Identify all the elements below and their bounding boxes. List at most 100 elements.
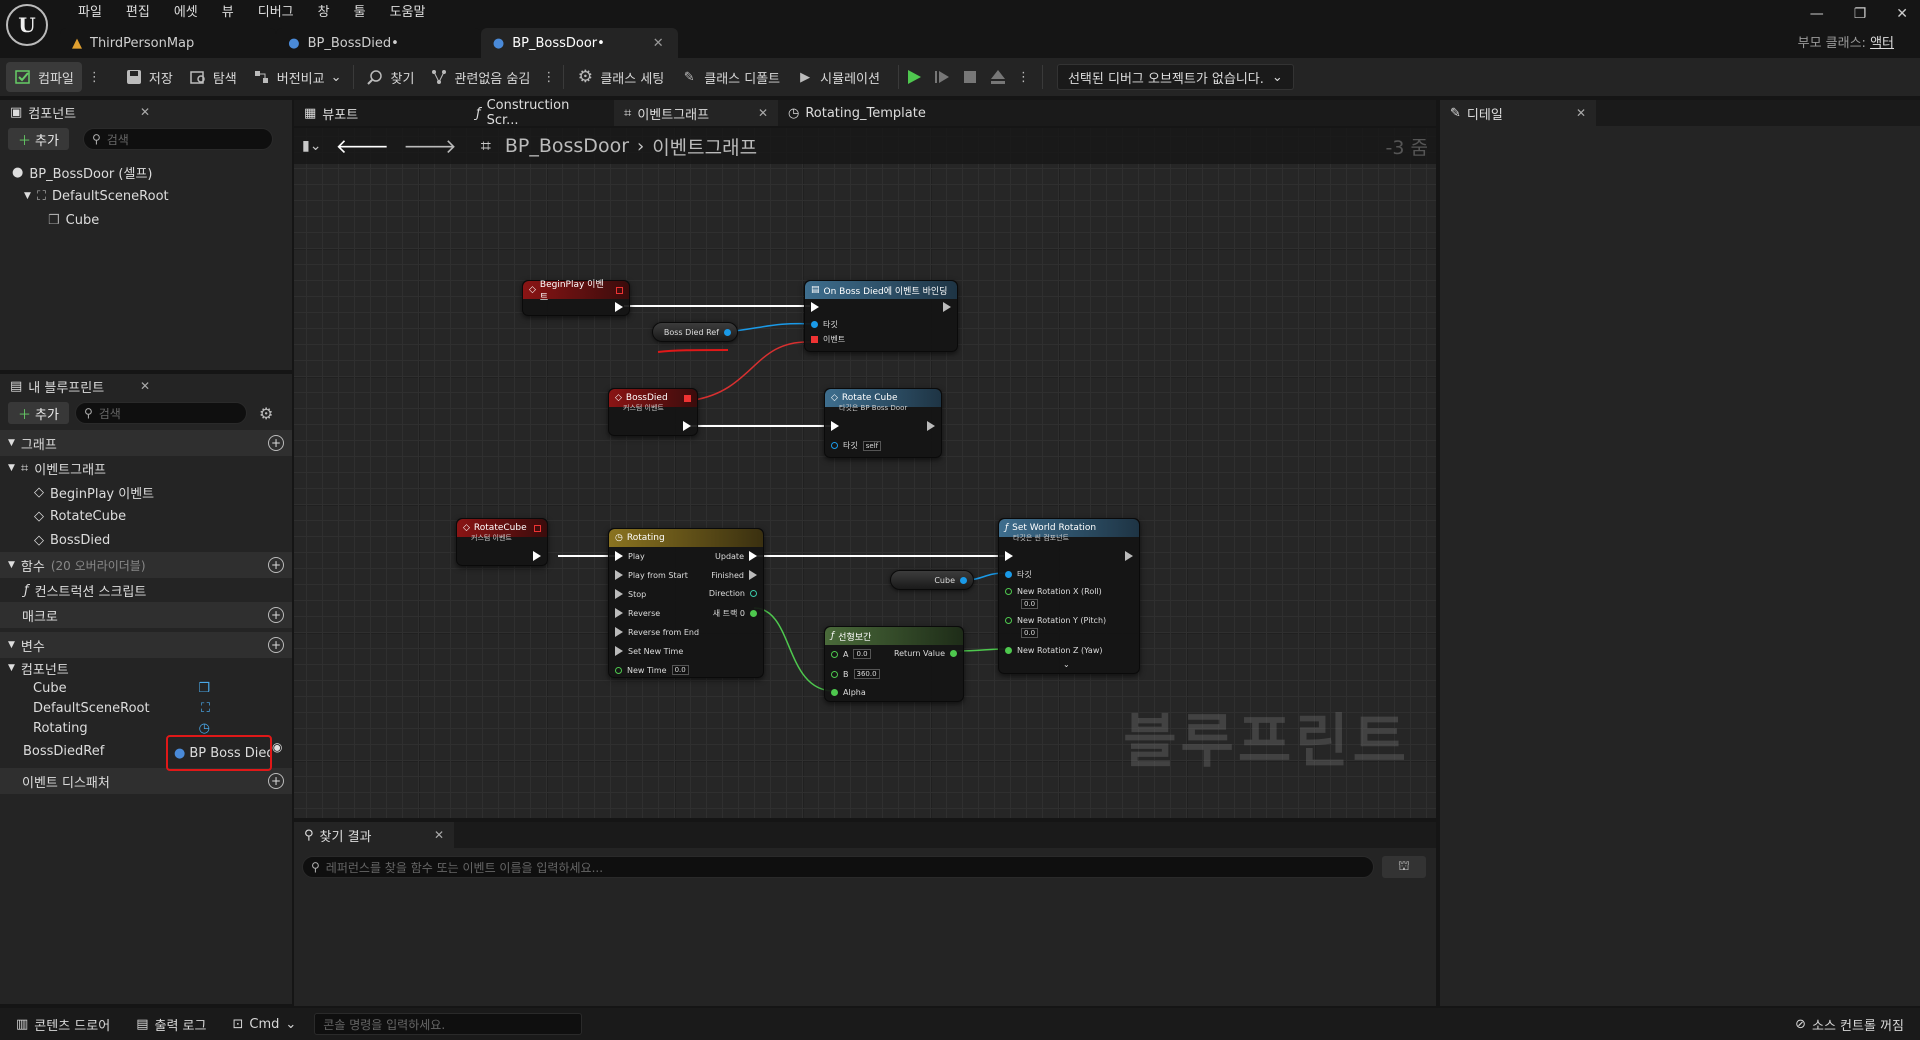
track-pin[interactable]: 새 트랙 0: [713, 608, 757, 619]
event-pin[interactable]: 이벤트: [811, 334, 845, 345]
my-blueprint-tab[interactable]: ▤ 내 블루프린트 ✕: [0, 374, 160, 398]
eject-button[interactable]: [987, 66, 1009, 88]
exec-in-pin[interactable]: [831, 421, 839, 431]
direction-pin[interactable]: Direction: [709, 589, 757, 598]
tab-viewport[interactable]: ▦ 뷰포트: [294, 100, 452, 126]
reverse-from-end-pin[interactable]: Reverse from End: [615, 627, 699, 637]
var-bossdiedref[interactable]: BossDiedRef ● BP Boss Died ◉: [0, 735, 292, 771]
tree-construction-script[interactable]: ƒ 컨스트럭션 스크립트: [0, 578, 292, 602]
component-self[interactable]: ● BP_BossDoor (셀프): [12, 160, 292, 184]
step-button[interactable]: [931, 66, 953, 88]
menu-edit[interactable]: 편집: [114, 2, 162, 24]
node-bossdied-event[interactable]: ◇ BossDied 커스텀 이벤트: [608, 388, 698, 436]
node-cube-var[interactable]: Cube: [890, 570, 974, 590]
rotation-z-pin[interactable]: New Rotation Z (Yaw): [1005, 646, 1103, 655]
debug-object-select[interactable]: 선택된 디버그 오브젝트가 없습니다. ⌄: [1056, 64, 1294, 90]
exec-out-pin[interactable]: [533, 551, 541, 561]
menu-view[interactable]: 뷰: [210, 2, 246, 24]
alpha-pin[interactable]: Alpha: [831, 688, 866, 697]
output-log-button[interactable]: ▤ 출력 로그: [128, 1009, 214, 1039]
doc-tab-bp-bossdoor[interactable]: ● BP_BossDoor• ✕: [480, 28, 678, 58]
console-input[interactable]: 콘솔 명령을 입력하세요.: [314, 1013, 583, 1035]
event-graph-canvas[interactable]: ▮⌄ 🡐 🡒 ⌗ BP_BossDoor › 이벤트그래프 -3 줌 ◇ Begi…: [294, 128, 1436, 818]
close-icon[interactable]: ✕: [140, 105, 150, 119]
menu-tools[interactable]: 툴: [342, 2, 378, 24]
play-from-start-pin[interactable]: Play from Start: [615, 570, 688, 580]
my-blueprint-search-input[interactable]: ⚲ 검색: [74, 402, 247, 424]
exec-out-pin[interactable]: [615, 302, 623, 312]
compile-button[interactable]: 컴파일: [6, 62, 82, 92]
object-out-pin[interactable]: [724, 328, 731, 336]
tree-components-category[interactable]: ▼ 컴포넌트: [0, 658, 292, 678]
pin-value[interactable]: 0.0: [1021, 599, 1039, 609]
unreal-logo[interactable]: U: [6, 4, 48, 46]
return-value-pin[interactable]: Return Value: [894, 649, 957, 658]
section-macros[interactable]: 매크로 +: [0, 602, 292, 628]
parent-class-link[interactable]: 액터: [1870, 36, 1894, 51]
object-out-pin[interactable]: [960, 576, 967, 584]
pin-value[interactable]: 0.0: [853, 649, 871, 659]
section-variables[interactable]: ▼ 변수 +: [0, 632, 292, 658]
finished-pin[interactable]: Finished: [711, 570, 757, 580]
tab-eventgraph[interactable]: ⌗ 이벤트그래프 ✕: [614, 100, 778, 126]
components-search-input[interactable]: ⚲ 검색: [82, 128, 273, 150]
menu-window[interactable]: 창: [306, 2, 342, 24]
var-type-pill[interactable]: ● BP Boss Died: [166, 735, 272, 771]
b-pin[interactable]: B 360.0: [831, 669, 880, 679]
stop-button[interactable]: [959, 66, 981, 88]
section-functions[interactable]: ▼ 함수 (20 오버라이더블) +: [0, 552, 292, 578]
exec-in-pin[interactable]: [811, 302, 819, 312]
doc-tab-thirdpersonmap[interactable]: ▲ ThirdPersonMap: [60, 28, 277, 58]
close-window-icon[interactable]: ✕: [1896, 6, 1908, 22]
menu-debug[interactable]: 디버그: [246, 2, 306, 24]
play-button[interactable]: [903, 66, 925, 88]
expand-arrow-icon[interactable]: ▼: [24, 191, 31, 201]
class-settings-button[interactable]: ⚙ 클래스 세팅: [568, 62, 672, 92]
source-control-button[interactable]: ⊘ 소스 컨트롤 꺼짐: [1787, 1009, 1912, 1039]
rotation-y-value[interactable]: 0.0: [1021, 628, 1039, 638]
exec-out-pin[interactable]: [927, 421, 935, 431]
exec-out-pin[interactable]: [1125, 551, 1133, 561]
add-variable-icon[interactable]: +: [268, 637, 284, 653]
more-options-icon[interactable]: ⋮: [1009, 70, 1038, 85]
components-tab[interactable]: ▣ 컴포넌트 ✕: [0, 100, 160, 124]
browse-button[interactable]: 탐색: [181, 62, 245, 92]
node-lerp[interactable]: ƒ 선형보간 A 0.0 B 360.0 Alpha Return Value: [824, 626, 964, 702]
pin-value[interactable]: 360.0: [853, 669, 880, 679]
rotation-x-pin[interactable]: New Rotation X (Roll): [1005, 587, 1102, 596]
stop-pin[interactable]: Stop: [615, 589, 646, 599]
restore-icon[interactable]: ❐: [1854, 6, 1867, 22]
exec-out-pin[interactable]: [683, 421, 691, 431]
minimize-icon[interactable]: —: [1810, 6, 1824, 22]
section-graphs[interactable]: ▼ 그래프 +: [0, 430, 292, 456]
find-results-tab[interactable]: ⚲ 찾기 결과 ✕: [294, 822, 454, 848]
add-function-icon[interactable]: +: [268, 557, 284, 573]
add-graph-icon[interactable]: +: [268, 435, 284, 451]
var-defaultsceneroot[interactable]: DefaultSceneRoot ⛶: [0, 698, 210, 718]
find-results-search-input[interactable]: ⚲ 레퍼런스를 찾을 함수 또는 이벤트 이름을 입력하세요...: [302, 856, 1374, 878]
node-set-world-rotation[interactable]: ƒ Set World Rotation 타깃은 씬 컴포넌트 타깃 New Ro…: [998, 518, 1140, 674]
find-button[interactable]: 찾기: [358, 62, 422, 92]
more-options-icon[interactable]: ⋮: [82, 70, 107, 85]
tree-event-bossdied[interactable]: ◇ BossDied: [0, 528, 292, 552]
menu-help[interactable]: 도움말: [378, 2, 438, 24]
new-time-pin[interactable]: New Time 0.0: [615, 665, 689, 675]
add-dispatcher-icon[interactable]: +: [268, 773, 284, 789]
pin-value[interactable]: 0.0: [671, 665, 689, 675]
add-member-button[interactable]: ＋ 추가: [8, 402, 69, 424]
node-rotate-cube-call[interactable]: ◇ Rotate Cube 타깃은 BP Boss Door 타깃 self: [824, 388, 942, 458]
pin-value[interactable]: self: [862, 440, 882, 451]
tree-eventgraph[interactable]: ▼ ⌗ 이벤트그래프: [0, 456, 292, 480]
add-macro-icon[interactable]: +: [268, 607, 284, 623]
tree-event-rotatecube[interactable]: ◇ RotateCube: [0, 504, 292, 528]
pin-value[interactable]: 0.0: [1021, 628, 1039, 638]
node-bind-event[interactable]: ▤ On Boss Died에 이벤트 바인딩 타깃 이벤트: [804, 280, 958, 352]
delegate-pin[interactable]: [616, 286, 623, 294]
close-icon[interactable]: ✕: [434, 828, 444, 842]
doc-tab-bp-bossdied[interactable]: ● BP_BossDied•: [276, 28, 481, 58]
add-component-button[interactable]: ＋ 추가: [8, 128, 69, 150]
menu-asset[interactable]: 에셋: [162, 2, 210, 24]
tab-construction-script[interactable]: ƒ Construction Scr...: [452, 98, 614, 128]
reverse-pin[interactable]: Reverse: [615, 608, 660, 618]
simulation-button[interactable]: ▶ 시뮬레이션: [788, 62, 888, 92]
